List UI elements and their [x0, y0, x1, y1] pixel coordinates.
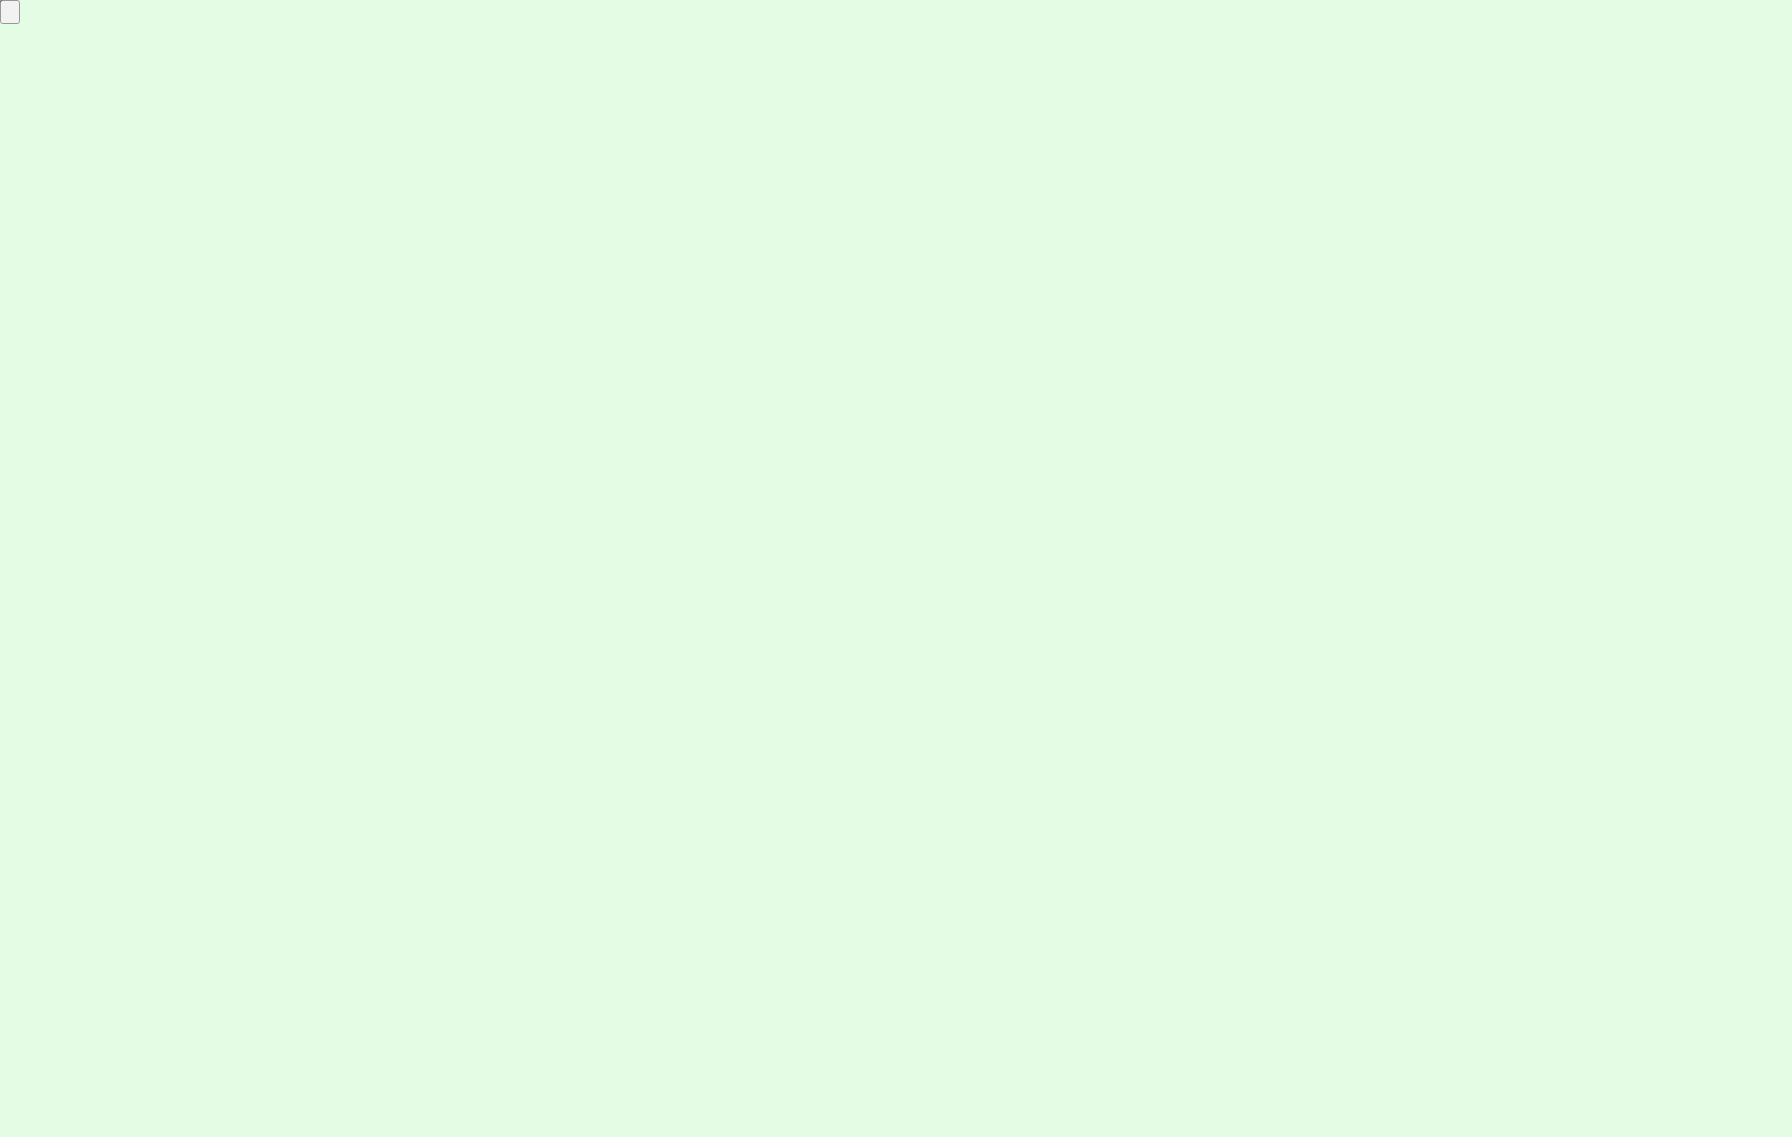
- frame-tooltip: [0, 0, 20, 24]
- status-bar: [0, 1093, 1792, 1137]
- flamegraph-canvas[interactable]: [0, 0, 1792, 1137]
